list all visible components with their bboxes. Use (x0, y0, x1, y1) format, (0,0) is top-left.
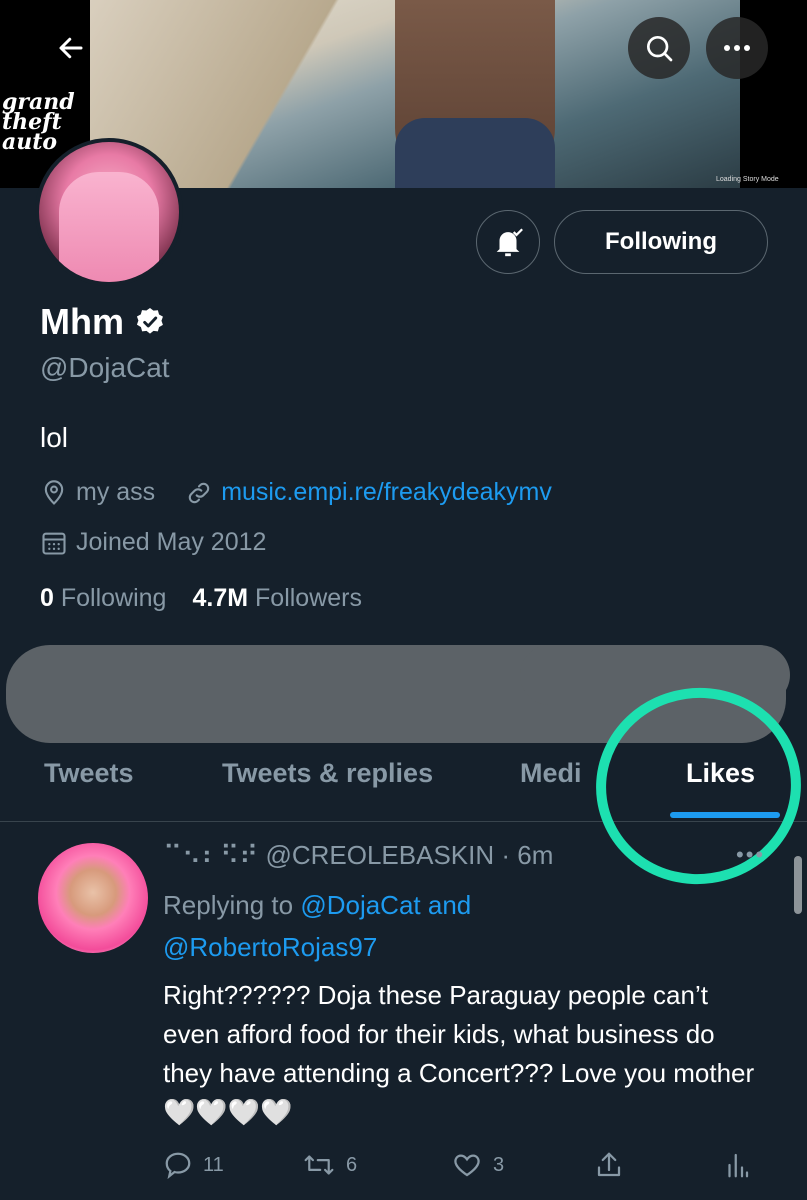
follow-counts: 0 Following 4.7M Followers (40, 584, 362, 613)
profile-avatar[interactable] (35, 138, 183, 286)
profile-joined: Joined May 2012 (76, 528, 267, 556)
tweet-header: ⠉⠢⠆⠫⠞ @CREOLEBASKIN · 6m (163, 840, 554, 870)
heart-icon (454, 1154, 480, 1177)
redacted-area-extra (520, 645, 790, 705)
calendar-icon (42, 532, 66, 555)
scrollbar[interactable] (794, 856, 802, 914)
profile-bio: lol (40, 422, 69, 453)
tweet-author-name[interactable]: ⠉⠢⠆⠫⠞ (163, 840, 258, 870)
retweet-count: 6 (346, 1153, 358, 1176)
tweet-more-button[interactable]: ••• (736, 842, 765, 868)
analytics-icon (728, 1153, 749, 1178)
tweet-author-handle[interactable]: @CREOLEBASKIN (265, 840, 494, 870)
tab-tweets-replies[interactable]: Tweets & replies (222, 758, 433, 789)
profile-location: my ass (76, 478, 156, 506)
tab-tweets[interactable]: Tweets (44, 758, 134, 789)
more-button[interactable] (706, 17, 768, 79)
following-count-link[interactable]: 0 Following (40, 584, 166, 613)
banner-logo: grand theft auto (2, 89, 75, 155)
profile-joined-row: Joined May 2012 (40, 528, 266, 557)
share-icon (597, 1152, 621, 1177)
notifications-button[interactable] (476, 210, 540, 274)
reply-icon (165, 1152, 191, 1180)
like-action[interactable]: 3 (451, 1150, 504, 1180)
location-pin-icon (44, 479, 64, 505)
retweet-action[interactable]: 6 (302, 1150, 357, 1180)
display-name: Mhm (40, 301, 124, 342)
reply-count: 11 (203, 1153, 224, 1176)
reply-action[interactable]: 11 (163, 1150, 224, 1180)
profile-name-row: Mhm (40, 301, 166, 343)
profile-handle: @DojaCat (40, 352, 170, 383)
following-button[interactable]: Following (554, 210, 768, 274)
followers-count-link[interactable]: 4.7M Followers (192, 584, 362, 613)
tweet-time[interactable]: 6m (517, 840, 553, 870)
tweet-author-avatar[interactable] (38, 843, 148, 953)
share-action[interactable] (594, 1150, 624, 1180)
tweet-text: Right?????? Doja these Paraguay people c… (163, 980, 755, 1127)
analytics-action[interactable] (722, 1150, 752, 1180)
profile-website-link[interactable]: music.empi.re/freakydeakymv (221, 478, 552, 507)
verified-badge-icon (136, 308, 163, 334)
like-count: 3 (493, 1153, 505, 1176)
arrow-left-icon (59, 37, 83, 59)
search-icon (647, 36, 673, 62)
tweet-replying-to: Replying to @DojaCat and @RobertoRojas97 (163, 890, 472, 962)
profile-meta-row: my ass music.empi.re/freakydeakymv (40, 478, 552, 507)
mention-link[interactable]: @DojaCat (300, 890, 420, 920)
retweet-icon (304, 1155, 334, 1175)
more-horizontal-icon (724, 45, 750, 51)
search-button[interactable] (628, 17, 690, 79)
link-icon (188, 482, 210, 503)
banner-figure (395, 0, 555, 188)
tab-media[interactable]: Medi (520, 758, 582, 789)
mention-link[interactable]: @RobertoRojas97 (163, 932, 377, 962)
bell-check-icon (496, 228, 523, 257)
banner-loading-text: Loading Story Mode (716, 176, 779, 183)
back-button[interactable] (40, 17, 102, 79)
